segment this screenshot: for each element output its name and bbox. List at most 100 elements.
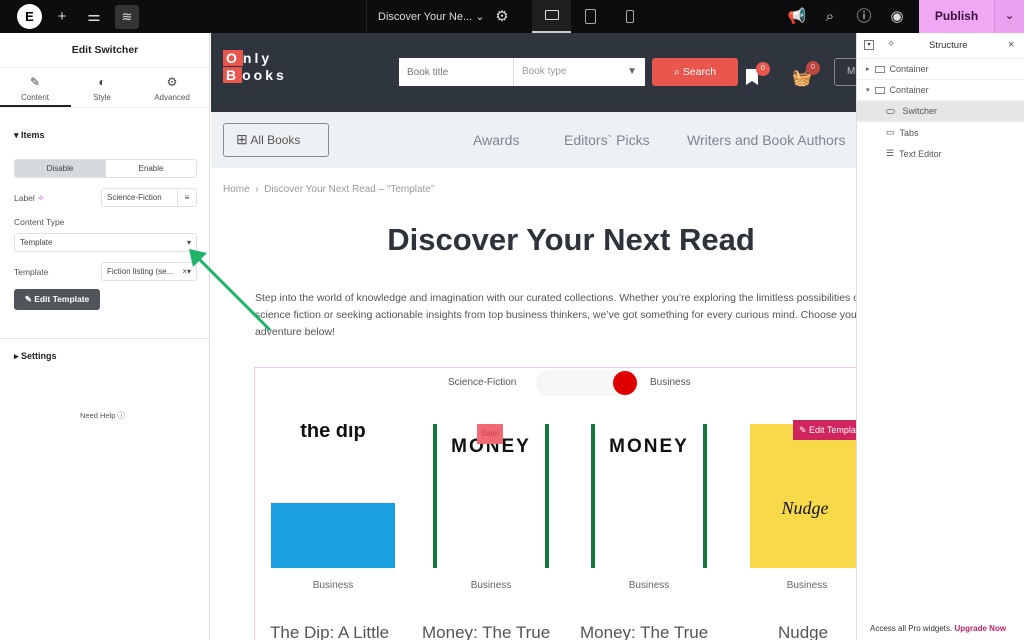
structure-item-switcher[interactable]: Switcher <box>857 101 1024 122</box>
structure-item-tabs[interactable]: ▭ Tabs <box>857 122 1024 143</box>
page-canvas: Only Books Book type▼ ⌕ Search 0 🧺 0 M ⊞… <box>211 33 856 640</box>
page-title: Discover Your Ne... <box>378 11 473 23</box>
book-category[interactable]: Business <box>591 580 707 591</box>
page-heading: Discover Your Next Read <box>387 222 755 257</box>
all-books-button[interactable]: ⊞ All Books <box>223 123 329 157</box>
structure-layers-icon[interactable]: ≋ <box>115 5 139 29</box>
gear-icon: ⚙ <box>166 75 178 89</box>
close-icon[interactable]: × <box>1008 39 1014 51</box>
annotation-arrow <box>189 249 272 332</box>
switcher-label-right[interactable]: Business <box>650 377 691 388</box>
search-icon: ⌕ <box>673 66 680 78</box>
structure-item-container[interactable]: ▾ Container <box>857 80 1024 101</box>
label-field-label: Label ✧ <box>14 193 45 203</box>
caret-right-icon: ▸ <box>866 66 870 73</box>
book-title[interactable]: The Dip: A Little <box>270 623 389 640</box>
structure-title: Structure <box>929 40 968 51</box>
items-section-toggle[interactable]: ▾ Items <box>14 130 45 141</box>
book-category[interactable]: Business <box>271 580 395 591</box>
help-icon[interactable]: ⓘ <box>854 8 874 25</box>
site-logo[interactable]: Only Books <box>223 50 287 84</box>
switcher-knob <box>613 371 637 395</box>
toggle-disable-button[interactable]: Disable <box>14 159 106 178</box>
book-title[interactable]: Money: The True <box>580 623 708 640</box>
book-cover-the-dip[interactable]: the dip <box>271 424 395 568</box>
template-select[interactable]: Fiction listing (se... ×▾ <box>101 262 197 281</box>
pencil-icon: ✎ <box>29 75 41 89</box>
upgrade-now-link[interactable]: Upgrade Now <box>955 624 1007 633</box>
menu-button[interactable]: M <box>834 58 856 86</box>
top-bar: E + ⚌ ≋ Discover Your Ne... ⌄ ⚙ 📢 ⌕ ⓘ ◉ … <box>0 0 1024 33</box>
publish-options-chevron-icon[interactable]: ⌄ <box>994 0 1024 33</box>
search-button[interactable]: ⌕ Search <box>652 58 738 86</box>
caret-down-icon: ▾ <box>866 87 870 94</box>
nav-link-awards[interactable]: Awards <box>473 132 519 148</box>
preview-eye-icon[interactable]: ◉ <box>887 8 907 25</box>
switcher-label-left[interactable]: Science-Fiction <box>448 377 516 388</box>
structure-item-container[interactable]: ▸ Container <box>857 59 1024 80</box>
ai-sparkle-icon[interactable]: ✧ <box>887 39 895 50</box>
breadcrumb: Home › Discover Your Next Read – “Templa… <box>223 184 435 195</box>
panel-title: Edit Switcher <box>71 44 139 56</box>
page-title-dropdown[interactable]: Discover Your Ne... ⌄ <box>378 10 484 23</box>
desktop-icon <box>544 10 559 20</box>
settings-section-toggle[interactable]: ▸ Settings <box>14 351 57 362</box>
caret-down-icon: ▼ <box>627 66 637 77</box>
book-cover-nudge[interactable]: Nudge <box>750 424 856 568</box>
publish-button[interactable]: Publish <box>919 0 994 33</box>
nav-link-editors-picks[interactable]: Editors` Picks <box>564 132 650 148</box>
book-title[interactable]: Nudge <box>778 623 828 640</box>
book-type-select[interactable]: Book type ▼ <box>514 58 645 86</box>
edit-template-badge[interactable]: ✎ Edit Template <box>793 420 856 440</box>
bookmark-count-badge: 0 <box>756 62 770 76</box>
whats-new-megaphone-icon[interactable]: 📢 <box>787 8 807 25</box>
content-type-label: Content Type <box>14 217 65 227</box>
desktop-view-button[interactable] <box>532 0 571 33</box>
page-settings-gear-icon[interactable]: ⚙ <box>492 8 512 25</box>
settings-sliders-icon[interactable]: ⚌ <box>84 8 104 25</box>
book-cover-money[interactable]: MONEY <box>433 424 549 568</box>
grid-icon: ⊞ <box>236 131 248 147</box>
sale-badge: Sale! <box>477 424 503 444</box>
label-input[interactable]: Science-Fiction <box>101 188 178 207</box>
chevron-down-icon: ⌄ <box>475 11 485 23</box>
container-icon <box>874 86 885 94</box>
cart-count-badge: 0 <box>806 61 820 75</box>
site-header: Only Books Book type▼ ⌕ Search 0 🧺 0 M <box>211 33 856 112</box>
search-icon[interactable]: ⌕ <box>820 8 840 25</box>
tab-content[interactable]: ✎ Content <box>0 75 70 102</box>
book-title[interactable]: Money: The True <box>422 623 550 640</box>
ai-sparkle-icon[interactable]: ✧ <box>37 193 44 203</box>
add-icon[interactable]: + <box>52 8 72 25</box>
breadcrumb-home[interactable]: Home <box>223 184 250 195</box>
tab-style[interactable]: ◐ Style <box>67 75 137 102</box>
tab-advanced[interactable]: ⚙ Advanced <box>137 75 207 102</box>
need-help-link[interactable]: Need Help ⓘ <box>80 410 125 421</box>
intro-paragraph: Step into the world of knowledge and ima… <box>255 292 856 338</box>
help-circle-icon: ⓘ <box>117 411 126 420</box>
toggle-enable-button[interactable]: Enable <box>105 159 197 178</box>
contrast-icon: ◐ <box>98 75 106 89</box>
switcher-toggle[interactable] <box>536 370 638 396</box>
elementor-logo-icon[interactable]: E <box>17 4 42 29</box>
container-icon <box>874 65 885 73</box>
site-nav: ⊞ All Books Awards Editors` Picks Writer… <box>211 112 856 168</box>
edit-template-button[interactable]: ✎ Edit Template <box>14 289 100 310</box>
book-title-input[interactable] <box>399 58 514 86</box>
collapse-all-icon[interactable]: ▾ <box>864 40 874 50</box>
book-category[interactable]: Business <box>433 580 549 591</box>
pro-promo: Access all Pro widgets. Upgrade Now <box>870 624 1007 633</box>
structure-item-text-editor[interactable]: ☰ Text Editor <box>857 143 1024 164</box>
switcher-icon <box>886 108 895 114</box>
nav-link-writers[interactable]: Writers and Book Authors <box>687 132 845 148</box>
content-type-select[interactable]: Template ▾ <box>14 233 197 252</box>
mobile-view-button[interactable] <box>626 10 634 23</box>
dynamic-tags-icon[interactable]: ≡ <box>177 188 197 207</box>
template-label: Template <box>14 267 49 277</box>
book-cover-money[interactable]: MONEY <box>591 424 707 568</box>
tablet-view-button[interactable] <box>585 9 596 24</box>
editor-panel: Edit Switcher ✎ Content ◐ Style ⚙ Advanced … <box>0 33 218 640</box>
book-category[interactable]: Business <box>750 580 856 591</box>
structure-panel: ▾ ✧ Structure × ▸ Container ▾ Container … <box>856 33 1024 640</box>
tabs-icon: ▭ <box>886 127 895 137</box>
